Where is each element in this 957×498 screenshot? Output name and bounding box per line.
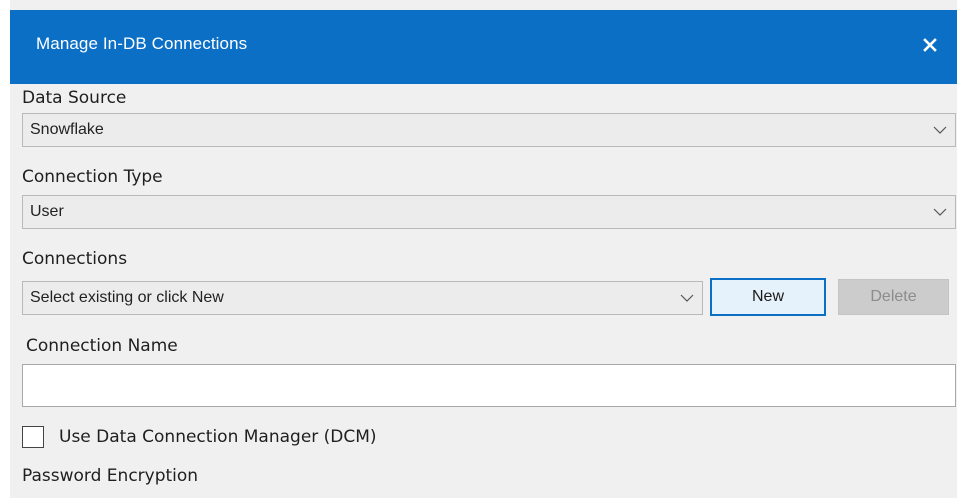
data-source-label: Data Source	[22, 88, 127, 108]
chevron-down-icon	[933, 126, 947, 134]
connection-name-input[interactable]	[22, 364, 956, 407]
data-source-value: Snowflake	[30, 121, 104, 138]
connection-name-label: Connection Name	[26, 336, 178, 356]
password-encryption-label: Password Encryption	[22, 466, 199, 486]
chevron-down-icon	[680, 294, 694, 302]
manage-in-db-connections-dialog: Manage In-DB Connections Data Source Sno…	[10, 0, 957, 498]
dialog-title: Manage In-DB Connections	[36, 34, 248, 53]
dcm-checkbox-row[interactable]: Use Data Connection Manager (DCM)	[22, 424, 377, 450]
connections-value: Select existing or click New	[30, 289, 224, 306]
close-icon	[923, 38, 937, 52]
connection-type-label: Connection Type	[22, 167, 163, 187]
dcm-checkbox[interactable]	[22, 426, 44, 448]
title-bar: Manage In-DB Connections	[10, 10, 957, 84]
connection-type-value: User	[30, 203, 64, 220]
chevron-down-icon	[933, 208, 947, 216]
connections-select[interactable]: Select existing or click New	[22, 281, 703, 315]
connection-type-select[interactable]: User	[22, 195, 956, 229]
new-connection-button[interactable]: New	[710, 278, 826, 316]
delete-connection-button[interactable]: Delete	[838, 279, 949, 315]
close-button[interactable]	[913, 28, 947, 62]
connections-label: Connections	[22, 249, 128, 269]
data-source-select[interactable]: Snowflake	[22, 113, 956, 147]
dcm-checkbox-label: Use Data Connection Manager (DCM)	[59, 427, 377, 447]
